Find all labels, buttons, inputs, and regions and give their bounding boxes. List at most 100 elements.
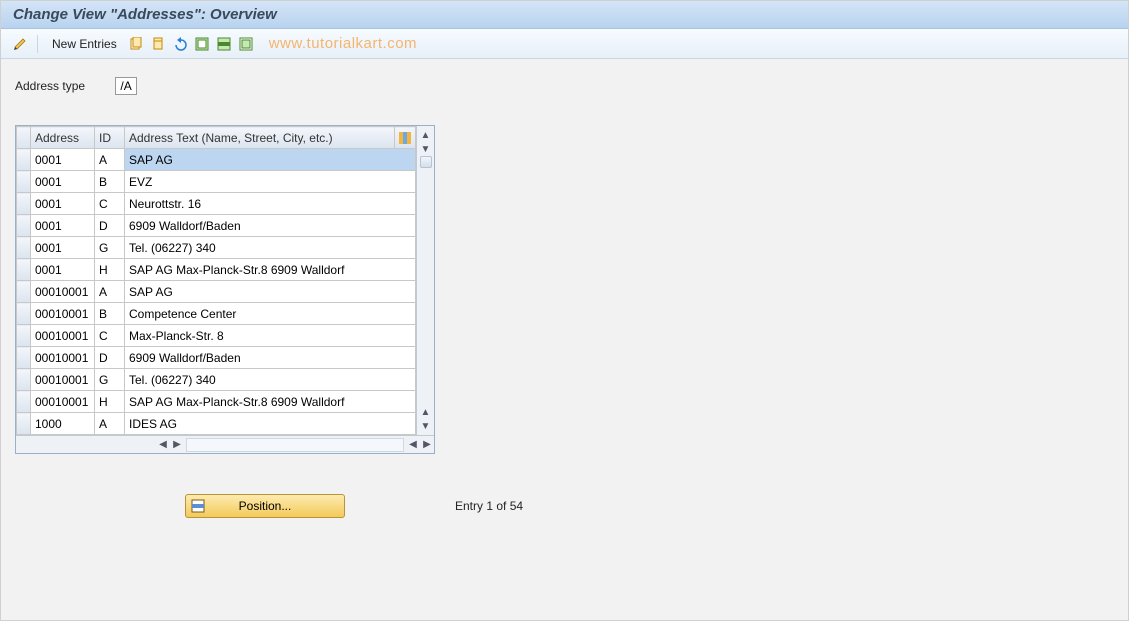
cell-address[interactable]: 0001 bbox=[31, 171, 95, 193]
cell-text[interactable]: SAP AG Max-Planck-Str.8 6909 Walldorf bbox=[125, 391, 416, 413]
cell-text[interactable]: Tel. (06227) 340 bbox=[125, 369, 416, 391]
cell-address[interactable]: 0001 bbox=[31, 237, 95, 259]
table-row[interactable]: 00010001BCompetence Center bbox=[17, 303, 416, 325]
cell-id[interactable]: C bbox=[95, 193, 125, 215]
table-row[interactable]: 00010001D6909 Walldorf/Baden bbox=[17, 347, 416, 369]
table-row[interactable]: 00010001HSAP AG Max-Planck-Str.8 6909 Wa… bbox=[17, 391, 416, 413]
window-title: Change View "Addresses": Overview bbox=[1, 1, 1128, 29]
cell-text[interactable]: IDES AG bbox=[125, 413, 416, 435]
row-selector[interactable] bbox=[17, 413, 31, 435]
cell-id[interactable]: G bbox=[95, 369, 125, 391]
row-selector-header[interactable] bbox=[17, 127, 31, 149]
cell-text[interactable]: EVZ bbox=[125, 171, 416, 193]
row-selector[interactable] bbox=[17, 325, 31, 347]
address-type-row: Address type bbox=[15, 77, 1114, 95]
cell-text[interactable]: Tel. (06227) 340 bbox=[125, 237, 416, 259]
cell-address[interactable]: 00010001 bbox=[31, 281, 95, 303]
scroll-down-arrow[interactable]: ▼ bbox=[419, 419, 433, 433]
cell-id[interactable]: C bbox=[95, 325, 125, 347]
address-type-input[interactable] bbox=[115, 77, 137, 95]
cell-address[interactable]: 1000 bbox=[31, 413, 95, 435]
cell-address[interactable]: 00010001 bbox=[31, 303, 95, 325]
table-row[interactable]: 0001ASAP AG bbox=[17, 149, 416, 171]
row-selector[interactable] bbox=[17, 237, 31, 259]
row-selector[interactable] bbox=[17, 171, 31, 193]
cell-address[interactable]: 00010001 bbox=[31, 369, 95, 391]
row-selector[interactable] bbox=[17, 369, 31, 391]
content-area: Address type Address ID Address Text (Na… bbox=[1, 59, 1128, 536]
cell-text[interactable]: SAP AG bbox=[125, 149, 416, 171]
row-selector[interactable] bbox=[17, 215, 31, 237]
select-all-icon[interactable] bbox=[193, 35, 211, 53]
table-row[interactable]: 0001BEVZ bbox=[17, 171, 416, 193]
row-selector[interactable] bbox=[17, 193, 31, 215]
col-header-id[interactable]: ID bbox=[95, 127, 125, 149]
scroll-down-arrow-top[interactable]: ▼ bbox=[419, 142, 433, 156]
col-header-text[interactable]: Address Text (Name, Street, City, etc.) bbox=[125, 127, 395, 149]
cell-id[interactable]: B bbox=[95, 171, 125, 193]
cell-address[interactable]: 0001 bbox=[31, 149, 95, 171]
table-row[interactable]: 00010001ASAP AG bbox=[17, 281, 416, 303]
delete-icon[interactable] bbox=[149, 35, 167, 53]
row-selector[interactable] bbox=[17, 149, 31, 171]
table-row[interactable]: 00010001GTel. (06227) 340 bbox=[17, 369, 416, 391]
cell-address[interactable]: 0001 bbox=[31, 193, 95, 215]
col-header-address[interactable]: Address bbox=[31, 127, 95, 149]
toggle-display-change-icon[interactable] bbox=[11, 35, 29, 53]
cell-id[interactable]: G bbox=[95, 237, 125, 259]
position-icon bbox=[190, 498, 206, 514]
copy-as-icon[interactable] bbox=[127, 35, 145, 53]
undo-change-icon[interactable] bbox=[171, 35, 189, 53]
hscroll-track[interactable] bbox=[186, 438, 404, 452]
row-selector[interactable] bbox=[17, 303, 31, 325]
scroll-right-arrow[interactable]: ▶ bbox=[420, 438, 434, 452]
new-entries-button[interactable]: New Entries bbox=[46, 37, 123, 51]
table-config-button[interactable] bbox=[395, 127, 416, 149]
table-row[interactable]: 1000AIDES AG bbox=[17, 413, 416, 435]
scroll-left-arrow-right[interactable]: ◀ bbox=[406, 438, 420, 452]
scroll-up-arrow-bottom[interactable]: ▲ bbox=[419, 405, 433, 419]
scroll-up-arrow[interactable]: ▲ bbox=[419, 128, 433, 142]
cell-address[interactable]: 0001 bbox=[31, 259, 95, 281]
row-selector[interactable] bbox=[17, 391, 31, 413]
cell-id[interactable]: H bbox=[95, 259, 125, 281]
position-button[interactable]: Position... bbox=[185, 494, 345, 518]
horizontal-scrollbar[interactable]: ◀ ▶ ◀ ▶ bbox=[16, 435, 434, 453]
row-selector[interactable] bbox=[17, 259, 31, 281]
cell-text[interactable]: 6909 Walldorf/Baden bbox=[125, 215, 416, 237]
cell-id[interactable]: D bbox=[95, 347, 125, 369]
scroll-right-arrow-left[interactable]: ▶ bbox=[170, 438, 184, 452]
cell-text[interactable]: SAP AG Max-Planck-Str.8 6909 Walldorf bbox=[125, 259, 416, 281]
table-row[interactable]: 0001CNeurottstr. 16 bbox=[17, 193, 416, 215]
scroll-left-arrow[interactable]: ◀ bbox=[156, 438, 170, 452]
cell-text[interactable]: 6909 Walldorf/Baden bbox=[125, 347, 416, 369]
cell-address[interactable]: 00010001 bbox=[31, 325, 95, 347]
select-block-icon[interactable] bbox=[215, 35, 233, 53]
cell-id[interactable]: H bbox=[95, 391, 125, 413]
scroll-thumb[interactable] bbox=[420, 156, 432, 168]
table-header-row: Address ID Address Text (Name, Street, C… bbox=[17, 127, 416, 149]
cell-id[interactable]: A bbox=[95, 149, 125, 171]
cell-address[interactable]: 00010001 bbox=[31, 347, 95, 369]
cell-id[interactable]: D bbox=[95, 215, 125, 237]
cell-text[interactable]: SAP AG bbox=[125, 281, 416, 303]
watermark-text: www.tutorialkart.com bbox=[269, 35, 417, 52]
cell-text[interactable]: Max-Planck-Str. 8 bbox=[125, 325, 416, 347]
table-row[interactable]: 0001GTel. (06227) 340 bbox=[17, 237, 416, 259]
table-row[interactable]: 0001HSAP AG Max-Planck-Str.8 6909 Walldo… bbox=[17, 259, 416, 281]
deselect-all-icon[interactable] bbox=[237, 35, 255, 53]
vertical-scrollbar[interactable]: ▲ ▼ ▲ ▼ bbox=[416, 126, 434, 435]
cell-text[interactable]: Competence Center bbox=[125, 303, 416, 325]
row-selector[interactable] bbox=[17, 347, 31, 369]
cell-id[interactable]: B bbox=[95, 303, 125, 325]
row-selector[interactable] bbox=[17, 281, 31, 303]
table-row[interactable]: 0001D6909 Walldorf/Baden bbox=[17, 215, 416, 237]
cell-text[interactable]: Neurottstr. 16 bbox=[125, 193, 416, 215]
cell-id[interactable]: A bbox=[95, 281, 125, 303]
cell-address[interactable]: 0001 bbox=[31, 215, 95, 237]
cell-id[interactable]: A bbox=[95, 413, 125, 435]
entry-counter: Entry 1 of 54 bbox=[455, 499, 523, 513]
cell-address[interactable]: 00010001 bbox=[31, 391, 95, 413]
table-row[interactable]: 00010001CMax-Planck-Str. 8 bbox=[17, 325, 416, 347]
address-type-label: Address type bbox=[15, 79, 85, 93]
